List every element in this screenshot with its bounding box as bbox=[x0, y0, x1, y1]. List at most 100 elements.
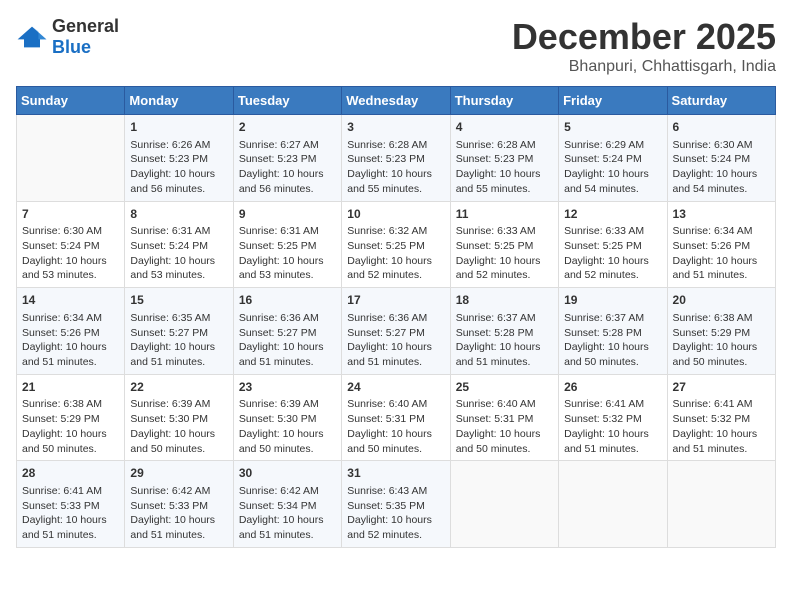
day-number: 31 bbox=[347, 465, 444, 482]
logo-icon bbox=[16, 25, 48, 49]
day-number: 14 bbox=[22, 292, 119, 309]
day-cell: 29Sunrise: 6:42 AM Sunset: 5:33 PM Dayli… bbox=[125, 461, 233, 548]
day-info: Sunrise: 6:34 AM Sunset: 5:26 PM Dayligh… bbox=[22, 311, 119, 370]
day-cell: 25Sunrise: 6:40 AM Sunset: 5:31 PM Dayli… bbox=[450, 374, 558, 461]
calendar-header: Sunday Monday Tuesday Wednesday Thursday… bbox=[17, 87, 776, 115]
calendar-body: 1 Sunrise: 6:26 AM Sunset: 5:23 PM Daylig… bbox=[17, 115, 776, 548]
day-cell: 17Sunrise: 6:36 AM Sunset: 5:27 PM Dayli… bbox=[342, 288, 450, 375]
day-cell: 2 Sunrise: 6:27 AM Sunset: 5:23 PM Daylig… bbox=[233, 115, 341, 202]
day-info: Sunrise: 6:28 AM Sunset: 5:23 PM Dayligh… bbox=[347, 138, 444, 197]
day-cell: 14 Sunrise: 6:34 AM Sunset: 5:26 PM Dayli… bbox=[17, 288, 125, 375]
day-info: Sunrise: 6:33 AM Sunset: 5:25 PM Dayligh… bbox=[456, 224, 553, 283]
day-number: 20 bbox=[673, 292, 770, 309]
day-info: Sunrise: 6:41 AM Sunset: 5:32 PM Dayligh… bbox=[673, 397, 770, 456]
day-number: 21 bbox=[22, 379, 119, 396]
day-cell: 6 Sunrise: 6:30 AM Sunset: 5:24 PM Daylig… bbox=[667, 115, 775, 202]
day-info: Sunrise: 6:33 AM Sunset: 5:25 PM Dayligh… bbox=[564, 224, 661, 283]
day-info: Sunrise: 6:36 AM Sunset: 5:27 PM Dayligh… bbox=[239, 311, 336, 370]
day-cell bbox=[667, 461, 775, 548]
title-area: December 2025 Bhanpuri, Chhattisgarh, In… bbox=[512, 16, 776, 76]
day-cell: 20 Sunrise: 6:38 AM Sunset: 5:29 PM Dayli… bbox=[667, 288, 775, 375]
day-number: 15 bbox=[130, 292, 227, 309]
day-info: Sunrise: 6:38 AM Sunset: 5:29 PM Dayligh… bbox=[673, 311, 770, 370]
day-cell: 13Sunrise: 6:34 AM Sunset: 5:26 PM Dayli… bbox=[667, 201, 775, 288]
day-cell: 4 Sunrise: 6:28 AM Sunset: 5:23 PM Daylig… bbox=[450, 115, 558, 202]
day-info: Sunrise: 6:31 AM Sunset: 5:24 PM Dayligh… bbox=[130, 224, 227, 283]
day-cell: 23Sunrise: 6:39 AM Sunset: 5:30 PM Dayli… bbox=[233, 374, 341, 461]
week-row-1: 1 Sunrise: 6:26 AM Sunset: 5:23 PM Daylig… bbox=[17, 115, 776, 202]
col-friday: Friday bbox=[559, 87, 667, 115]
day-info: Sunrise: 6:29 AM Sunset: 5:24 PM Dayligh… bbox=[564, 138, 661, 197]
day-cell: 1 Sunrise: 6:26 AM Sunset: 5:23 PM Daylig… bbox=[125, 115, 233, 202]
day-cell: 9Sunrise: 6:31 AM Sunset: 5:25 PM Daylig… bbox=[233, 201, 341, 288]
day-cell: 16Sunrise: 6:36 AM Sunset: 5:27 PM Dayli… bbox=[233, 288, 341, 375]
day-info: Sunrise: 6:37 AM Sunset: 5:28 PM Dayligh… bbox=[456, 311, 553, 370]
col-saturday: Saturday bbox=[667, 87, 775, 115]
col-monday: Monday bbox=[125, 87, 233, 115]
day-info: Sunrise: 6:39 AM Sunset: 5:30 PM Dayligh… bbox=[239, 397, 336, 456]
day-number: 24 bbox=[347, 379, 444, 396]
day-info: Sunrise: 6:32 AM Sunset: 5:25 PM Dayligh… bbox=[347, 224, 444, 283]
day-number: 25 bbox=[456, 379, 553, 396]
logo-general: General bbox=[52, 16, 119, 36]
col-tuesday: Tuesday bbox=[233, 87, 341, 115]
calendar-table: Sunday Monday Tuesday Wednesday Thursday… bbox=[16, 86, 776, 548]
week-row-2: 7Sunrise: 6:30 AM Sunset: 5:24 PM Daylig… bbox=[17, 201, 776, 288]
day-cell: 5 Sunrise: 6:29 AM Sunset: 5:24 PM Daylig… bbox=[559, 115, 667, 202]
day-number: 9 bbox=[239, 206, 336, 223]
day-number: 22 bbox=[130, 379, 227, 396]
day-number: 10 bbox=[347, 206, 444, 223]
day-cell: 24Sunrise: 6:40 AM Sunset: 5:31 PM Dayli… bbox=[342, 374, 450, 461]
day-number: 6 bbox=[673, 119, 770, 136]
week-row-5: 28 Sunrise: 6:41 AM Sunset: 5:33 PM Dayli… bbox=[17, 461, 776, 548]
day-number: 5 bbox=[564, 119, 661, 136]
day-number: 29 bbox=[130, 465, 227, 482]
day-info: Sunrise: 6:41 AM Sunset: 5:33 PM Dayligh… bbox=[22, 484, 119, 543]
logo: General Blue bbox=[16, 16, 119, 58]
day-info: Sunrise: 6:41 AM Sunset: 5:32 PM Dayligh… bbox=[564, 397, 661, 456]
day-cell: 10Sunrise: 6:32 AM Sunset: 5:25 PM Dayli… bbox=[342, 201, 450, 288]
day-number: 26 bbox=[564, 379, 661, 396]
day-number: 12 bbox=[564, 206, 661, 223]
day-number: 28 bbox=[22, 465, 119, 482]
day-info: Sunrise: 6:30 AM Sunset: 5:24 PM Dayligh… bbox=[22, 224, 119, 283]
day-info: Sunrise: 6:28 AM Sunset: 5:23 PM Dayligh… bbox=[456, 138, 553, 197]
day-cell: 22Sunrise: 6:39 AM Sunset: 5:30 PM Dayli… bbox=[125, 374, 233, 461]
day-info: Sunrise: 6:30 AM Sunset: 5:24 PM Dayligh… bbox=[673, 138, 770, 197]
day-number: 1 bbox=[130, 119, 227, 136]
day-info: Sunrise: 6:40 AM Sunset: 5:31 PM Dayligh… bbox=[456, 397, 553, 456]
location-subtitle: Bhanpuri, Chhattisgarh, India bbox=[512, 58, 776, 76]
day-info: Sunrise: 6:39 AM Sunset: 5:30 PM Dayligh… bbox=[130, 397, 227, 456]
logo-blue: Blue bbox=[52, 37, 91, 57]
col-sunday: Sunday bbox=[17, 87, 125, 115]
day-cell: 8Sunrise: 6:31 AM Sunset: 5:24 PM Daylig… bbox=[125, 201, 233, 288]
day-cell: 11Sunrise: 6:33 AM Sunset: 5:25 PM Dayli… bbox=[450, 201, 558, 288]
day-cell: 19 Sunrise: 6:37 AM Sunset: 5:28 PM Dayli… bbox=[559, 288, 667, 375]
day-cell: 28 Sunrise: 6:41 AM Sunset: 5:33 PM Dayli… bbox=[17, 461, 125, 548]
day-cell bbox=[450, 461, 558, 548]
day-number: 19 bbox=[564, 292, 661, 309]
day-cell bbox=[559, 461, 667, 548]
day-info: Sunrise: 6:40 AM Sunset: 5:31 PM Dayligh… bbox=[347, 397, 444, 456]
day-cell: 12Sunrise: 6:33 AM Sunset: 5:25 PM Dayli… bbox=[559, 201, 667, 288]
day-info: Sunrise: 6:27 AM Sunset: 5:23 PM Dayligh… bbox=[239, 138, 336, 197]
logo-text: General Blue bbox=[52, 16, 119, 58]
day-cell: 3Sunrise: 6:28 AM Sunset: 5:23 PM Daylig… bbox=[342, 115, 450, 202]
day-number: 11 bbox=[456, 206, 553, 223]
day-info: Sunrise: 6:36 AM Sunset: 5:27 PM Dayligh… bbox=[347, 311, 444, 370]
day-info: Sunrise: 6:31 AM Sunset: 5:25 PM Dayligh… bbox=[239, 224, 336, 283]
day-info: Sunrise: 6:42 AM Sunset: 5:34 PM Dayligh… bbox=[239, 484, 336, 543]
week-row-3: 14 Sunrise: 6:34 AM Sunset: 5:26 PM Dayli… bbox=[17, 288, 776, 375]
day-number: 27 bbox=[673, 379, 770, 396]
day-number: 4 bbox=[456, 119, 553, 136]
col-wednesday: Wednesday bbox=[342, 87, 450, 115]
day-info: Sunrise: 6:38 AM Sunset: 5:29 PM Dayligh… bbox=[22, 397, 119, 456]
day-info: Sunrise: 6:37 AM Sunset: 5:28 PM Dayligh… bbox=[564, 311, 661, 370]
day-info: Sunrise: 6:26 AM Sunset: 5:23 PM Dayligh… bbox=[130, 138, 227, 197]
day-cell: 21Sunrise: 6:38 AM Sunset: 5:29 PM Dayli… bbox=[17, 374, 125, 461]
day-number: 13 bbox=[673, 206, 770, 223]
day-info: Sunrise: 6:34 AM Sunset: 5:26 PM Dayligh… bbox=[673, 224, 770, 283]
day-number: 2 bbox=[239, 119, 336, 136]
day-number: 8 bbox=[130, 206, 227, 223]
day-cell bbox=[17, 115, 125, 202]
